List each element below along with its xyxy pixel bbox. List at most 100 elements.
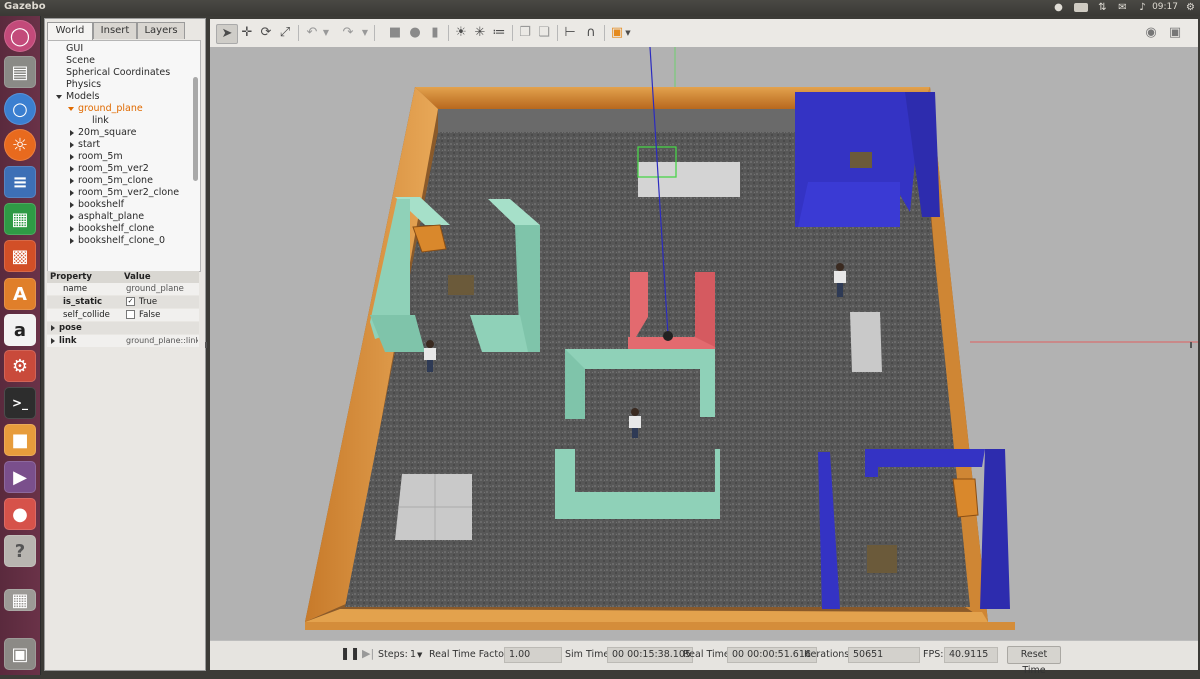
expand-arrow-icon[interactable] bbox=[68, 106, 74, 111]
help-icon[interactable]: ? bbox=[4, 535, 36, 567]
checkbox-checked-icon[interactable]: ✓ bbox=[126, 297, 135, 306]
tree-item-models[interactable]: Models bbox=[56, 91, 99, 103]
terminal-icon[interactable]: >_ bbox=[4, 387, 36, 419]
files-icon[interactable]: ▤ bbox=[4, 56, 36, 88]
self-collide-checkbox[interactable]: False bbox=[126, 309, 198, 321]
trash-icon[interactable]: ▣ bbox=[4, 638, 36, 670]
tree-item-model[interactable]: room_5m_ver2 bbox=[70, 163, 149, 175]
sphere-icon[interactable]: ● bbox=[406, 24, 424, 42]
screenshot-icon[interactable]: ◉ bbox=[1142, 24, 1160, 42]
tree-item-link[interactable]: link bbox=[92, 115, 109, 127]
expand-arrow-icon[interactable] bbox=[70, 165, 74, 172]
network-updown-icon[interactable]: ⇅ bbox=[1097, 2, 1108, 13]
chromium-icon[interactable]: ○ bbox=[4, 93, 36, 125]
tab-layers[interactable]: Layers bbox=[137, 22, 185, 39]
align-icon[interactable]: ⊢ bbox=[561, 24, 579, 42]
workspace-icon[interactable]: ▦ bbox=[4, 589, 36, 611]
calc-icon[interactable]: ▦ bbox=[4, 203, 36, 235]
expand-arrow-icon[interactable] bbox=[70, 153, 74, 160]
panel-splitter[interactable] bbox=[205, 342, 207, 348]
chevron-down-icon[interactable]: ▼ bbox=[624, 24, 632, 42]
tree-item-spherical-coordinates[interactable]: Spherical Coordinates bbox=[66, 67, 170, 79]
impress-icon[interactable]: ▩ bbox=[4, 240, 36, 272]
scene-render[interactable] bbox=[210, 47, 1198, 640]
chevron-down-icon[interactable]: ▼ bbox=[321, 24, 331, 42]
checkbox-unchecked-icon[interactable] bbox=[126, 310, 135, 319]
tree-item-model[interactable]: bookshelf_clone bbox=[70, 223, 154, 235]
snap-icon[interactable]: ∩ bbox=[582, 24, 600, 42]
steps-value[interactable]: 1 bbox=[410, 649, 416, 660]
expand-arrow-icon[interactable] bbox=[70, 177, 74, 184]
tree-item-model[interactable]: room_5m bbox=[70, 151, 123, 163]
right-panel-splitter[interactable] bbox=[1190, 342, 1192, 348]
tree-item-model[interactable]: room_5m_ver2_clone bbox=[70, 187, 179, 199]
directional-light-icon[interactable]: ≔ bbox=[490, 24, 508, 42]
tree-item-model[interactable]: bookshelf bbox=[70, 199, 124, 211]
keyboard-icon[interactable] bbox=[1074, 3, 1088, 12]
chevron-down-icon[interactable]: ▼ bbox=[360, 24, 370, 42]
expand-arrow-icon[interactable] bbox=[70, 189, 74, 196]
property-label: pose bbox=[59, 323, 82, 333]
gazebo-icon[interactable]: ■ bbox=[4, 424, 36, 456]
rotate-icon[interactable]: ⟳ bbox=[257, 24, 275, 42]
tree-item-gui[interactable]: GUI bbox=[66, 43, 83, 55]
expand-arrow-icon[interactable] bbox=[51, 324, 55, 331]
volume-icon[interactable]: ♪ bbox=[1137, 2, 1148, 13]
cylinder-icon[interactable]: ▮ bbox=[426, 24, 444, 42]
pose-expander[interactable]: pose bbox=[51, 322, 121, 334]
world-tree[interactable]: GUI Scene Spherical Coordinates Physics … bbox=[47, 40, 201, 272]
point-light-icon[interactable]: ☀ bbox=[452, 24, 470, 42]
expand-arrow-icon[interactable] bbox=[70, 129, 74, 136]
reset-time-button[interactable]: Reset Time bbox=[1007, 646, 1061, 676]
tab-world[interactable]: World bbox=[47, 22, 93, 40]
3d-viewport[interactable] bbox=[210, 47, 1198, 640]
tree-item-ground-plane[interactable]: ground_plane bbox=[68, 103, 143, 115]
spot-light-icon[interactable]: ✳ bbox=[471, 24, 489, 42]
select-arrow-icon[interactable]: ➤ bbox=[216, 24, 238, 44]
copy-icon[interactable]: ❐ bbox=[516, 24, 534, 42]
expand-arrow-icon[interactable] bbox=[70, 237, 74, 244]
undo-icon[interactable]: ↶ bbox=[302, 24, 322, 42]
settings-icon[interactable]: ⚙ bbox=[4, 350, 36, 382]
step-icon[interactable]: ▶| bbox=[362, 647, 374, 660]
box-icon[interactable]: ■ bbox=[386, 24, 404, 42]
expand-arrow-icon[interactable] bbox=[70, 213, 74, 220]
amazon-icon[interactable]: a bbox=[4, 314, 36, 346]
expand-arrow-icon[interactable] bbox=[70, 141, 74, 148]
writer-icon[interactable]: ≡ bbox=[4, 166, 36, 198]
property-row-link[interactable]: link ground_plane::link bbox=[47, 335, 199, 347]
expand-arrow-icon[interactable] bbox=[70, 201, 74, 208]
property-row-pose[interactable]: pose bbox=[47, 322, 199, 334]
mail-icon[interactable]: ✉ bbox=[1117, 2, 1128, 13]
redo-icon[interactable]: ↷ bbox=[338, 24, 358, 42]
link-expander[interactable]: link bbox=[51, 335, 121, 347]
gear-icon[interactable]: ⚙ bbox=[1185, 2, 1196, 13]
paste-icon[interactable]: ❏ bbox=[535, 24, 553, 42]
tree-item-model[interactable]: 20m_square bbox=[70, 127, 136, 139]
idea-icon[interactable]: ● bbox=[4, 498, 36, 530]
video-icon[interactable]: ▶ bbox=[4, 461, 36, 493]
property-label: link bbox=[59, 336, 77, 346]
translate-icon[interactable]: ✛ bbox=[238, 24, 256, 42]
pause-icon[interactable]: ❚❚ bbox=[340, 646, 360, 660]
tree-item-physics[interactable]: Physics bbox=[66, 79, 101, 91]
chevron-down-icon[interactable]: ▼ bbox=[417, 651, 422, 659]
bulb-icon[interactable]: ● bbox=[1053, 2, 1064, 13]
tree-item-model[interactable]: room_5m_clone bbox=[70, 175, 153, 187]
expand-arrow-icon[interactable] bbox=[70, 225, 74, 232]
ubuntu-dash-icon[interactable]: ◯ bbox=[4, 20, 36, 52]
is-static-checkbox[interactable]: ✓ True bbox=[126, 296, 198, 308]
software-center-icon[interactable]: A bbox=[4, 278, 36, 310]
tree-item-model[interactable]: start bbox=[70, 139, 100, 151]
tree-item-scene[interactable]: Scene bbox=[66, 55, 95, 67]
tree-item-model[interactable]: asphalt_plane bbox=[70, 211, 144, 223]
tree-scrollbar[interactable] bbox=[193, 77, 198, 181]
firefox-icon[interactable]: ☼ bbox=[4, 129, 36, 161]
expand-arrow-icon[interactable] bbox=[56, 94, 62, 99]
scale-icon[interactable]: ⤢ bbox=[276, 24, 294, 42]
clock[interactable]: 09:17 bbox=[1152, 2, 1178, 12]
expand-arrow-icon[interactable] bbox=[51, 337, 55, 344]
record-icon[interactable]: ▣ bbox=[1166, 24, 1184, 42]
tab-insert[interactable]: Insert bbox=[93, 22, 137, 39]
tree-item-model[interactable]: bookshelf_clone_0 bbox=[70, 235, 165, 247]
